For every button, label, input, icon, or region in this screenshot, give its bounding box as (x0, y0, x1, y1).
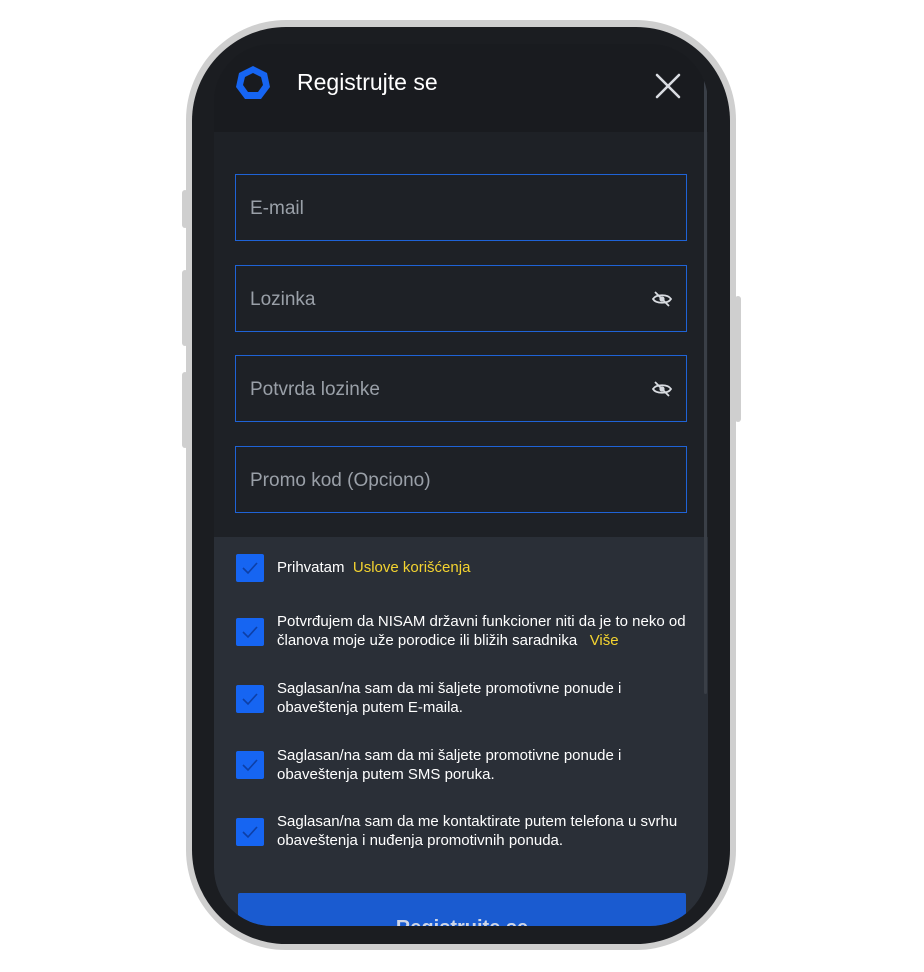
email-promo-checkbox[interactable] (236, 685, 264, 713)
checkmark-icon (242, 693, 258, 706)
scrollbar[interactable] (704, 74, 707, 694)
pep-text: Potvrđujem da NISAM državni funkcioner n… (277, 613, 686, 649)
hexagon-ring-icon (234, 64, 272, 107)
phone-side-button (182, 190, 188, 228)
phone-power-button (735, 296, 741, 422)
terms-checkbox[interactable] (236, 554, 264, 582)
pep-checkbox[interactable] (236, 618, 264, 646)
pep-more-link[interactable]: Više (590, 632, 619, 649)
pep-consent-text: Potvrđujem da NISAM državni funkcioner n… (277, 612, 692, 650)
register-button-label: Registrujte se (238, 917, 686, 926)
promo-code-field[interactable]: Promo kod (Opciono) (235, 446, 687, 513)
password-confirm-field-label: Potvrda lozinke (250, 379, 380, 400)
modal-header: Registrujte se (214, 44, 708, 132)
email-field[interactable]: E-mail (235, 174, 687, 241)
email-field-label: E-mail (250, 198, 304, 219)
phone-volume-down-button (182, 372, 188, 448)
checkmark-icon (242, 759, 258, 772)
password-field[interactable]: Lozinka (235, 265, 687, 332)
terms-text: Prihvatam (277, 559, 345, 576)
checkmark-icon (242, 626, 258, 639)
sms-promo-checkbox[interactable] (236, 751, 264, 779)
checkmark-icon (242, 562, 258, 575)
registration-form: E-mail Lozinka Potvrda lozinke Promo kod… (214, 132, 708, 537)
sms-promo-text: Saglasan/na sam da mi šaljete promotivne… (277, 747, 622, 783)
email-promo-text: Saglasan/na sam da mi šaljete promotivne… (277, 680, 622, 716)
promo-code-field-label: Promo kod (Opciono) (250, 470, 431, 491)
checkmark-icon (242, 826, 258, 839)
phone-contact-checkbox[interactable] (236, 818, 264, 846)
eye-slash-icon[interactable] (651, 380, 673, 403)
password-field-label: Lozinka (250, 289, 316, 310)
phone-volume-up-button (182, 270, 188, 346)
password-confirm-field[interactable]: Potvrda lozinke (235, 355, 687, 422)
close-icon[interactable] (652, 70, 684, 102)
modal-title: Registrujte se (297, 69, 438, 95)
phone-screen: Registrujte se E-mail Lozinka Potvrda lo… (214, 44, 708, 926)
phone-contact-text: Saglasan/na sam da me kontaktirate putem… (277, 813, 678, 849)
consent-section (214, 537, 708, 926)
register-button[interactable]: Registrujte se (238, 893, 686, 926)
eye-slash-icon[interactable] (651, 290, 673, 313)
terms-link[interactable]: Uslove korišćenja (353, 559, 471, 576)
terms-consent-text: Prihvatam Uslove korišćenja (277, 558, 692, 577)
